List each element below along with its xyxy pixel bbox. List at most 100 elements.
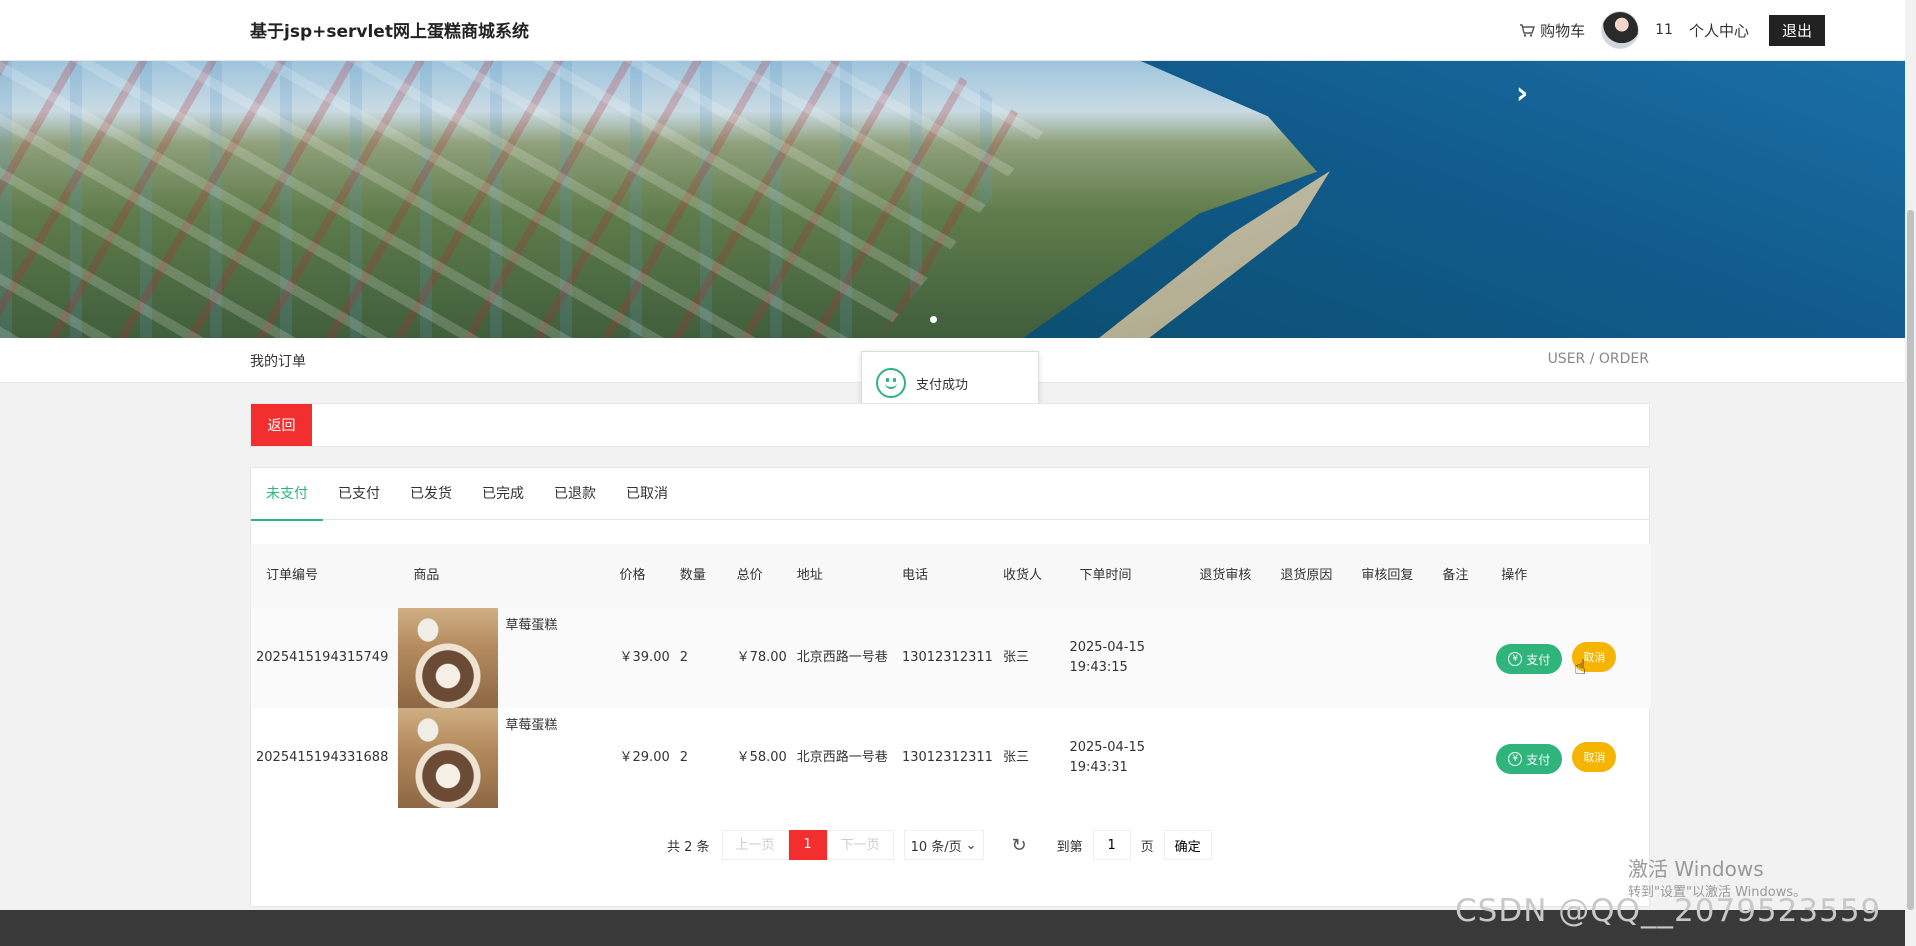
phone: 13012312311 [901, 650, 993, 665]
col-review-reply: 审核回复 [1361, 568, 1414, 583]
site-title[interactable]: 基于jsp+servlet网上蛋糕商城系统 [250, 17, 529, 42]
page-size-select[interactable]: 10 条/页 ⌄ [903, 830, 984, 860]
goods-cell: 草莓蛋糕 [393, 608, 614, 708]
review-reply [1356, 708, 1437, 808]
page-unit: 页 [1140, 839, 1154, 855]
banner-sea-image [1023, 61, 1905, 338]
goods-image[interactable] [398, 608, 499, 708]
page-subtitle: USER / ORDER [1547, 351, 1649, 367]
tab-completed[interactable]: 已完成 [467, 468, 539, 520]
page-size-value: 10 条/页 [910, 839, 962, 855]
orders-table: 订单编号 商品 价格 数量 总价 地址 电话 收货人 下单时间 退货审核 退货原… [251, 544, 1651, 808]
price: ￥39.00 [619, 650, 670, 665]
col-address: 地址 [796, 568, 823, 583]
user-center-link[interactable]: 个人中心 [1689, 20, 1749, 41]
col-remark: 备注 [1442, 568, 1469, 583]
qty: 2 [679, 750, 689, 765]
order-no: 2025415194315749 [256, 650, 389, 665]
qty: 2 [679, 650, 689, 665]
tab-unpaid[interactable]: 未支付 [251, 468, 323, 521]
cart-link[interactable]: 购物车 [1519, 20, 1585, 41]
col-qty: 数量 [679, 568, 706, 583]
cart-icon [1520, 23, 1536, 37]
goto-label: 到第 [1056, 839, 1083, 855]
price: ￥29.00 [619, 750, 670, 765]
cancel-button[interactable]: 取消 [1572, 742, 1617, 772]
yen-icon: ¥ [1508, 752, 1523, 766]
col-goods: 商品 [413, 568, 440, 583]
hand-cursor-icon: ☝ [1574, 655, 1587, 679]
actions-cell: ¥ 支付 取消 [1491, 608, 1651, 708]
col-order-no: 订单编号 [266, 568, 319, 583]
col-actions: 操作 [1501, 568, 1528, 583]
remark [1437, 608, 1491, 708]
phone: 13012312311 [901, 750, 993, 765]
address: 北京西路一号巷 [796, 650, 888, 665]
csdn-watermark: CSDN @QQ__2079523559 [1455, 893, 1882, 929]
prev-page-button[interactable]: 上一页 [721, 830, 789, 860]
next-page-button[interactable]: 下一页 [826, 830, 894, 860]
avatar[interactable] [1601, 11, 1640, 49]
goods-cell: 草莓蛋糕 [393, 708, 614, 808]
col-total: 总价 [736, 568, 763, 583]
chevron-right-icon[interactable]: › [1516, 79, 1540, 109]
col-refund-reason: 退货原因 [1280, 568, 1333, 583]
page-scrollbar[interactable] [1905, 0, 1916, 946]
windows-activation-watermark: 激活 Windows [1628, 857, 1764, 881]
goto-confirm-button[interactable]: 确定 [1163, 830, 1212, 860]
refund-reason [1275, 708, 1356, 808]
goto-page-input[interactable] [1092, 830, 1131, 860]
table-row: 2025415194331688 草莓蛋糕 ￥29.00 2 ￥58.00 北京… [251, 708, 1651, 808]
address: 北京西路一号巷 [796, 750, 888, 765]
goods-name[interactable]: 草莓蛋糕 [505, 616, 557, 636]
smile-icon [876, 368, 906, 398]
header-user-area: 购物车 11 个人中心 退出 [1519, 10, 1825, 50]
pay-label: 支付 [1526, 652, 1551, 667]
table-row: 2025415194315749 草莓蛋糕 ￥39.00 2 ￥78.00 北京… [251, 608, 1651, 708]
pay-button[interactable]: ¥ 支付 [1496, 644, 1563, 674]
total: ￥78.00 [736, 650, 787, 665]
tab-cancelled[interactable]: 已取消 [611, 468, 683, 520]
total-count: 共 2 条 [667, 839, 710, 855]
cart-label: 购物车 [1540, 21, 1586, 40]
goods-image[interactable] [398, 708, 499, 808]
refund-reason [1275, 608, 1356, 708]
refresh-icon[interactable]: ↻ [1012, 835, 1027, 856]
actions-cell: ¥ 支付 取消 [1491, 708, 1651, 808]
chevron-down-icon: ⌄ [965, 837, 977, 853]
current-page[interactable]: 1 [788, 830, 827, 860]
receiver: 张三 [1002, 650, 1029, 665]
hero-banner: › [0, 61, 1905, 338]
toast-message: 支付成功 [916, 377, 969, 393]
remark [1437, 708, 1491, 808]
refund-review [1194, 708, 1275, 808]
pay-button[interactable]: ¥ 支付 [1496, 744, 1563, 774]
order-no: 2025415194331688 [256, 750, 389, 765]
col-phone: 电话 [901, 568, 928, 583]
col-order-time: 下单时间 [1079, 568, 1132, 583]
col-receiver: 收货人 [1002, 568, 1042, 583]
back-button[interactable]: 返回 [251, 404, 312, 446]
col-price: 价格 [619, 568, 646, 583]
tab-paid[interactable]: 已支付 [323, 468, 395, 520]
tab-refunded[interactable]: 已退款 [539, 468, 611, 520]
page-title: 我的订单 [250, 354, 306, 370]
banner-dot[interactable] [930, 316, 937, 323]
top-header: 基于jsp+servlet网上蛋糕商城系统 购物车 11 个人中心 退出 [0, 0, 1905, 61]
goods-name[interactable]: 草莓蛋糕 [505, 716, 557, 736]
order-time: 2025-04-15 19:43:15 [1069, 640, 1145, 675]
back-bar: 返回 [250, 403, 1650, 447]
receiver: 张三 [1002, 750, 1029, 765]
banner-city-image [0, 61, 1045, 338]
username: 11 [1655, 22, 1673, 38]
tab-shipped[interactable]: 已发货 [395, 468, 467, 520]
yen-icon: ¥ [1508, 652, 1523, 666]
col-refund-review: 退货审核 [1199, 568, 1252, 583]
pay-label: 支付 [1526, 752, 1551, 767]
table-header-row: 订单编号 商品 价格 数量 总价 地址 电话 收货人 下单时间 退货审核 退货原… [251, 544, 1651, 608]
logout-button[interactable]: 退出 [1768, 14, 1825, 46]
order-status-tabs: 未支付 已支付 已发货 已完成 已退款 已取消 [251, 468, 1649, 521]
orders-panel: 未支付 已支付 已发货 已完成 已退款 已取消 订单编号 商品 价格 数量 总价… [250, 467, 1651, 907]
scroll-thumb[interactable] [1907, 210, 1914, 910]
review-reply [1356, 608, 1437, 708]
